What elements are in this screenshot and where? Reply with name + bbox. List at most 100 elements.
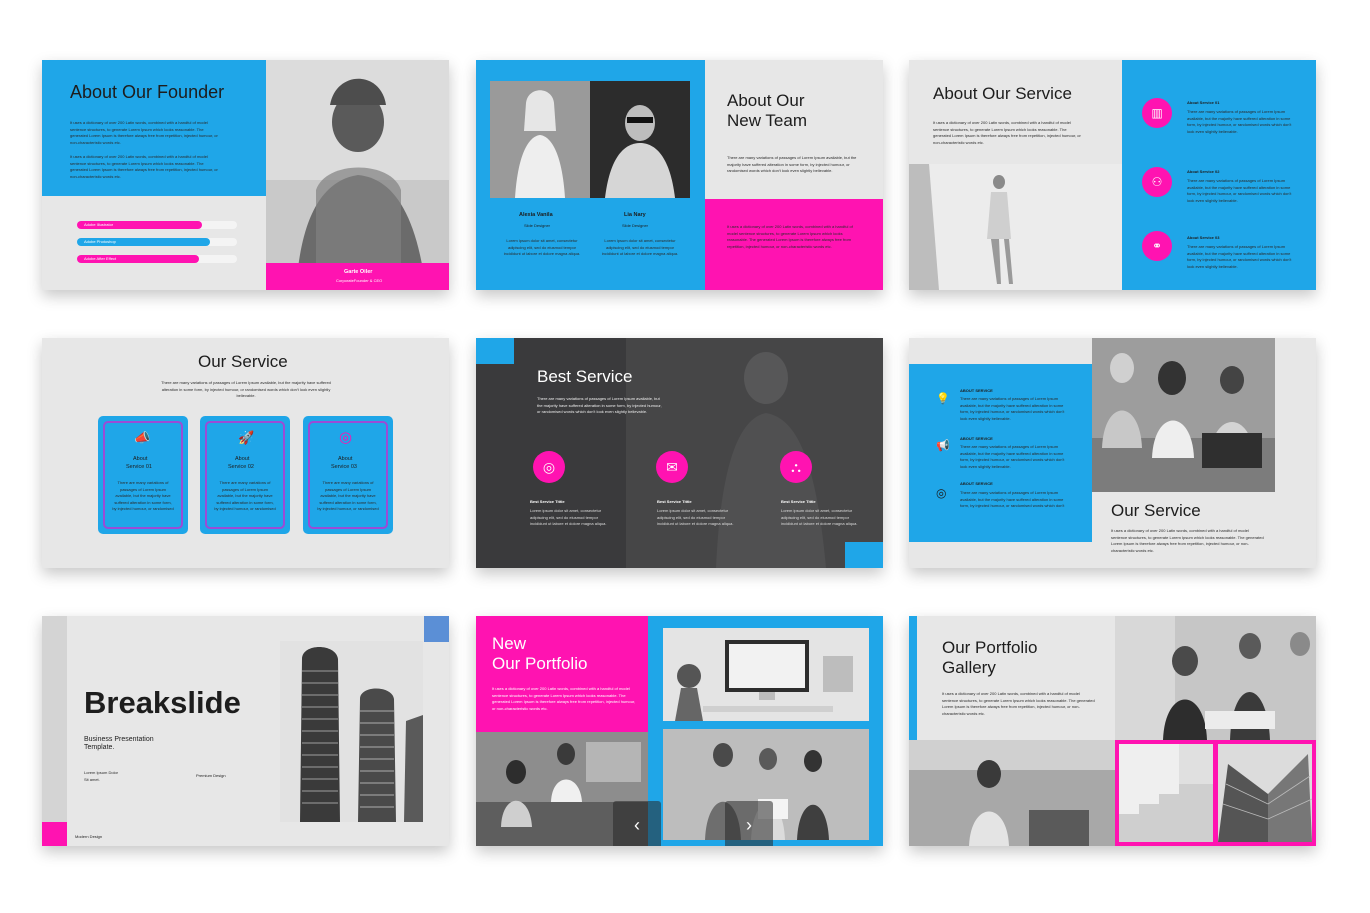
slide-new-team[interactable]: Alexia Vanila Slide Designer Lorem ipsum…: [476, 60, 883, 290]
megaphone-icon: 📢: [936, 440, 950, 452]
subtitle: Business Presentation: [84, 736, 154, 743]
team-photo-2: [590, 81, 690, 198]
service-card[interactable]: 🚀 About Service 02 There are many variat…: [200, 416, 290, 534]
premium-label: Premium Design: [196, 773, 226, 778]
member-name: Lia Nary: [624, 212, 646, 218]
slide-title: About Our Service: [933, 84, 1072, 103]
paragraph: Lorem ipsum dolor sit amet, consectetur …: [657, 508, 734, 526]
paragraph: It uses a dictionary of over 200 Latin w…: [70, 120, 218, 145]
slide-portfolio-gallery[interactable]: Our Portfolio Gallery It uses a dictiona…: [909, 616, 1316, 846]
paragraph: It uses a dictionary of over 200 Latin w…: [933, 120, 1081, 145]
model-photo: [909, 164, 1122, 290]
founder-photo: [266, 60, 449, 290]
mail-icon: ✉: [656, 451, 688, 483]
skill-label: Adobe Illustrator: [84, 222, 114, 227]
rocket-icon: 🚀: [238, 430, 255, 445]
team-photo: [1092, 338, 1275, 492]
service-title: About Service 02: [1187, 169, 1220, 174]
small-text: Lorem Ipsum Dolor Sit amet.: [84, 770, 118, 782]
card-title: About: [338, 456, 353, 462]
service-title: About Service 03: [1187, 235, 1220, 240]
slide-breakslide[interactable]: Breakslide Business Presentation Templat…: [42, 616, 449, 846]
gallery-photo-meeting: [1115, 616, 1316, 740]
target-icon: ◎: [533, 451, 565, 483]
paragraph: It uses a dictionary of over 200 Latin w…: [727, 224, 853, 249]
slide-title: Our Portfolio: [942, 638, 1038, 657]
paragraph: Lorem ipsum dolor sit amet, consectetur …: [503, 238, 581, 256]
member-name: Alexia Vanila: [519, 212, 553, 218]
team-icon: ⚇: [1142, 167, 1172, 197]
paragraph: There are many variations of passages of…: [214, 480, 276, 514]
gallery-photo-stairs: [1119, 744, 1213, 842]
card-title: Service 03: [331, 464, 357, 470]
lightbulb-icon: 💡: [936, 393, 950, 405]
service-title: Best Service Tittle: [657, 499, 692, 504]
workspace-photo: [663, 628, 869, 721]
paragraph: There are many variations of passages of…: [537, 396, 662, 414]
service-card[interactable]: ◎ About Service 03 There are many variat…: [303, 416, 393, 534]
slide-about-founder[interactable]: About Our Founder It uses a dictionary o…: [42, 60, 449, 290]
target-icon: ◎: [936, 486, 947, 500]
gallery-photo-glass-building: [1218, 744, 1312, 842]
person-role: CorporateFounder & CEO: [336, 278, 383, 283]
service-title: Best Service Tittle: [530, 499, 565, 504]
chart-icon: ▥: [1142, 98, 1172, 128]
paragraph: There are many variations of passages of…: [960, 490, 1065, 510]
slide-title: Breakslide: [84, 685, 241, 720]
slide-title: Our Service: [198, 352, 288, 371]
corner-accent: [476, 338, 514, 364]
team-photo-1: [490, 81, 590, 198]
card-title: About: [235, 456, 250, 462]
slide-best-service[interactable]: Best Service There are many variations o…: [476, 338, 883, 568]
paragraph: There are many variations of passages of…: [727, 155, 857, 173]
handshake-icon: ⚭: [1142, 231, 1172, 261]
slide-our-service-cards[interactable]: Our Service There are many variations of…: [42, 338, 449, 568]
slide-title: Our Portfolio: [492, 654, 588, 673]
name-panel: [266, 263, 449, 290]
service-title: Best Service Tittle: [781, 499, 816, 504]
paragraph: There are many variations of passages of…: [112, 480, 174, 514]
megaphone-icon: 📣: [134, 430, 151, 445]
target-icon: ◎: [339, 429, 353, 446]
service-title: ABOUT SERVICE: [960, 388, 993, 393]
member-role: Slide Designer: [622, 223, 649, 228]
corner-accent: [845, 542, 883, 568]
gallery-photo-worker: [909, 740, 1115, 846]
card-title: About: [133, 456, 148, 462]
paragraph: There are many variations of passages of…: [1187, 109, 1292, 134]
modern-label: Modern Design: [75, 834, 103, 839]
corner-accent: [42, 822, 67, 846]
card-title: Service 01: [126, 464, 152, 470]
paragraph: There are many variations of passages of…: [1187, 178, 1292, 203]
paragraph: There are many variations of passages of…: [960, 444, 1065, 469]
slide-title: About Our Founder: [70, 82, 225, 102]
left-strip: [42, 616, 67, 846]
person-name: Garte Oiler: [344, 269, 373, 275]
service-title: About Service 01: [1187, 100, 1220, 105]
skill-label: Adobe Photoshop: [84, 239, 116, 244]
paragraph: There are many variations of passages of…: [317, 480, 379, 514]
left-strip: [909, 616, 917, 740]
next-button[interactable]: ›: [725, 801, 773, 846]
paragraph: It uses a dictionary of over 200 Latin w…: [1111, 528, 1264, 553]
paragraph: It uses a dictionary of over 200 Latin w…: [70, 154, 218, 179]
chevron-left-icon: ‹: [634, 814, 640, 835]
member-role: Slide Designer: [524, 223, 551, 228]
paragraph: There are many variations of passages of…: [161, 380, 331, 398]
slide-title: Best Service: [537, 367, 633, 386]
paragraph: There are many variations of passages of…: [1187, 244, 1292, 269]
slide-title: New: [492, 634, 527, 653]
slide-title: About Our: [727, 91, 805, 110]
paragraph: It uses a dictionary of over 200 Latin w…: [492, 686, 636, 711]
slide-about-service[interactable]: About Our Service It uses a dictionary o…: [909, 60, 1316, 290]
card-title: Service 02: [228, 464, 254, 470]
service-card[interactable]: 📣 About Service 01 There are many variat…: [98, 416, 188, 534]
subtitle: Template.: [84, 744, 115, 751]
chevron-right-icon: ›: [746, 814, 752, 835]
slide-title: Our Service: [1111, 501, 1201, 520]
skill-label: Adobe After Effect: [84, 256, 117, 261]
slide-new-portfolio[interactable]: New Our Portfolio It uses a dictionary o…: [476, 616, 883, 846]
service-title: ABOUT SERVICE: [960, 436, 993, 441]
slide-our-service-list[interactable]: 💡 ABOUT SERVICE There are many variation…: [909, 338, 1316, 568]
prev-button[interactable]: ‹: [613, 801, 661, 846]
